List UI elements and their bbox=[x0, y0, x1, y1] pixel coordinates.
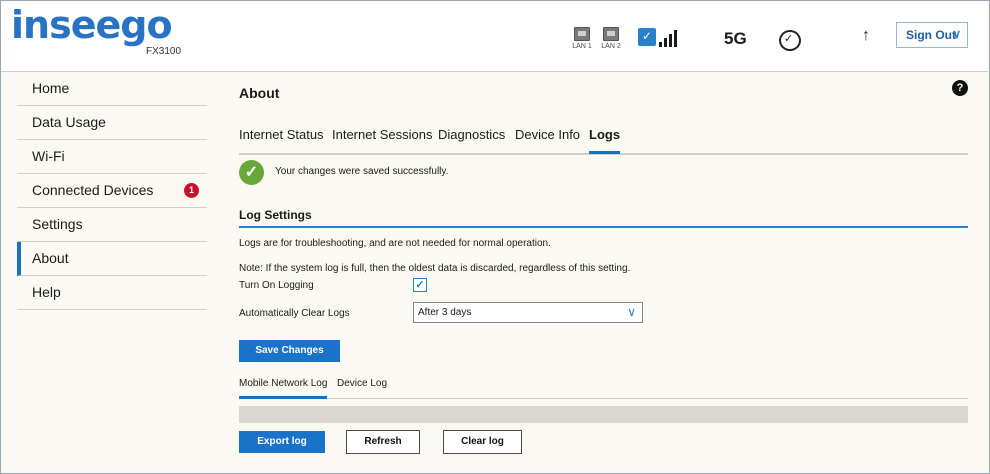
log-settings-description: Logs are for troubleshooting, and are no… bbox=[239, 238, 551, 249]
lan2-label: LAN 2 bbox=[601, 43, 621, 50]
device-model: FX3100 bbox=[146, 46, 182, 57]
sidebar-item-label: Wi-Fi bbox=[32, 148, 65, 164]
sidebar-item-wifi[interactable]: Wi-Fi bbox=[17, 140, 207, 174]
sidebar-item-home[interactable]: Home bbox=[17, 72, 207, 106]
sidebar-item-label: Home bbox=[32, 80, 70, 96]
auto-clear-logs-select[interactable]: After 3 days ∨ bbox=[413, 302, 643, 323]
sign-out-label: Sign Out bbox=[906, 28, 956, 42]
tab-device-log[interactable]: Device Log bbox=[337, 378, 387, 396]
turn-on-logging-label: Turn On Logging bbox=[239, 280, 314, 291]
sidebar-item-label: Help bbox=[32, 284, 61, 300]
log-settings-title: Log Settings bbox=[239, 208, 312, 222]
sidebar-item-settings[interactable]: Settings bbox=[17, 208, 207, 242]
sidebar-item-label: Connected Devices bbox=[32, 182, 154, 198]
checkmark-icon: ✓ bbox=[239, 160, 264, 185]
auto-clear-logs-value: After 3 days bbox=[418, 307, 472, 318]
section-divider bbox=[239, 226, 968, 228]
tab-mobile-network-log[interactable]: Mobile Network Log bbox=[239, 378, 328, 399]
sidebar-item-data-usage[interactable]: Data Usage bbox=[17, 106, 207, 140]
page-title: About bbox=[239, 85, 280, 101]
clear-log-button[interactable]: Clear log bbox=[443, 430, 522, 454]
header: inseego FX3100 LAN 1 LAN 2 5G ↑ Sign Out… bbox=[1, 1, 988, 72]
ethernet-icon bbox=[574, 27, 590, 41]
sidebar-item-about[interactable]: About bbox=[17, 242, 207, 276]
lan1-label: LAN 1 bbox=[572, 43, 592, 50]
tab-internet-status[interactable]: Internet Status bbox=[239, 127, 324, 151]
notification-badge: 1 bbox=[184, 183, 199, 198]
tab-internet-sessions[interactable]: Internet Sessions bbox=[332, 127, 432, 151]
about-tabs: Internet Status Internet Sessions Diagno… bbox=[239, 127, 968, 155]
battery-icon bbox=[779, 30, 801, 51]
sidebar-item-label: Data Usage bbox=[32, 114, 106, 130]
tab-device-info[interactable]: Device Info bbox=[515, 127, 580, 151]
success-message: Your changes were saved successfully. bbox=[275, 166, 449, 177]
log-type-tabs: Mobile Network Log Device Log bbox=[239, 378, 968, 399]
auto-clear-logs-label: Automatically Clear Logs bbox=[239, 308, 350, 319]
log-settings-note: Note: If the system log is full, then th… bbox=[239, 263, 631, 274]
turn-on-logging-checkbox[interactable]: ✓ bbox=[413, 278, 427, 292]
save-changes-button[interactable]: Save Changes bbox=[239, 340, 340, 362]
log-content-area bbox=[239, 406, 968, 423]
sign-out-button[interactable]: Sign Out ∨ bbox=[896, 22, 968, 48]
lan1-status: LAN 1 bbox=[571, 27, 593, 50]
lan2-status: LAN 2 bbox=[600, 27, 622, 50]
upload-arrow-icon: ↑ bbox=[862, 27, 870, 44]
ethernet-icon bbox=[603, 27, 619, 41]
chevron-down-icon: ∨ bbox=[952, 27, 961, 41]
inseego-logo: inseego bbox=[11, 3, 173, 47]
sidebar: Home Data Usage Wi-Fi Connected Devices … bbox=[17, 72, 207, 310]
signal-bars-icon bbox=[659, 28, 681, 47]
export-log-button[interactable]: Export log bbox=[239, 431, 325, 453]
refresh-button[interactable]: Refresh bbox=[346, 430, 420, 454]
help-icon[interactable]: ? bbox=[952, 80, 968, 96]
network-type: 5G bbox=[724, 29, 747, 48]
tab-logs[interactable]: Logs bbox=[589, 127, 621, 154]
sidebar-item-label: About bbox=[32, 250, 69, 266]
chevron-down-icon: ∨ bbox=[627, 305, 636, 319]
sim-icon bbox=[638, 28, 656, 46]
sidebar-item-help[interactable]: Help bbox=[17, 276, 207, 310]
tab-diagnostics[interactable]: Diagnostics bbox=[438, 127, 505, 151]
sidebar-item-connected-devices[interactable]: Connected Devices 1 bbox=[17, 174, 207, 208]
sidebar-item-label: Settings bbox=[32, 216, 83, 232]
